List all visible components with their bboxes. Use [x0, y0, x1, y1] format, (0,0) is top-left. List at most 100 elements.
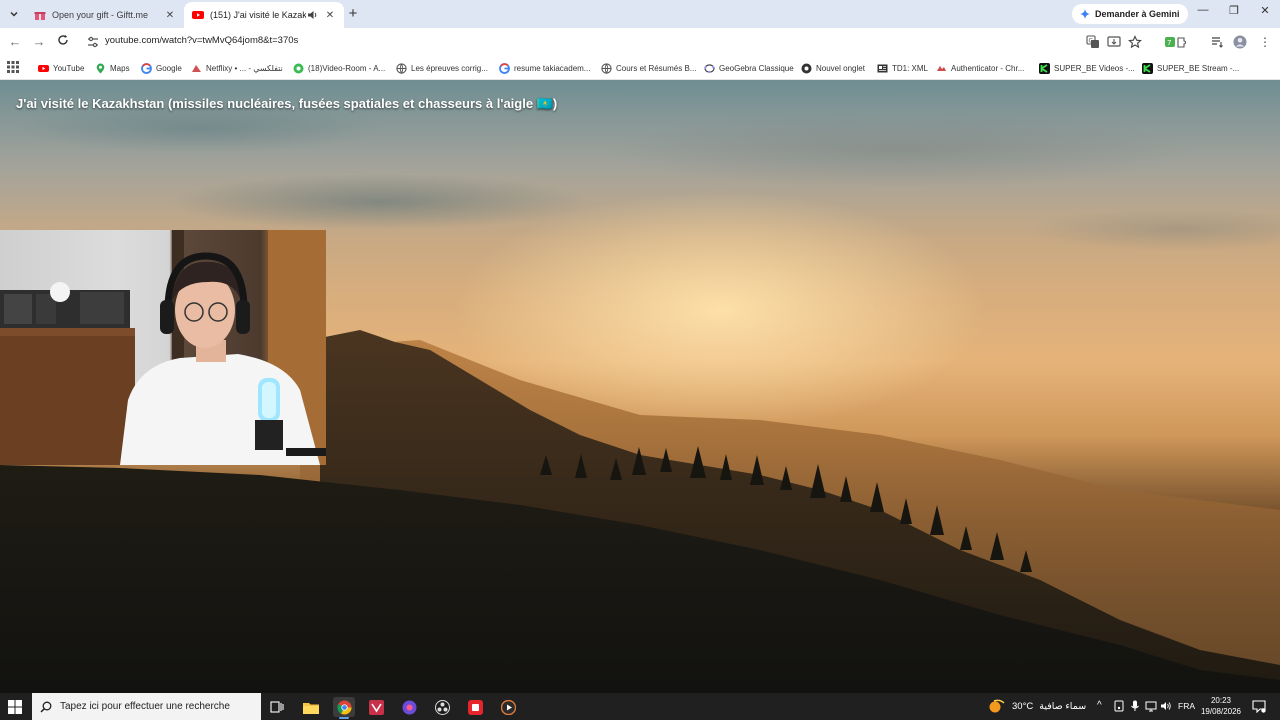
- back-button[interactable]: ←: [7, 34, 23, 50]
- new-tab-button[interactable]: +: [344, 5, 362, 23]
- site-settings-icon[interactable]: [86, 35, 100, 49]
- bookmark-label: SUPER_BE Stream -...: [1157, 63, 1240, 73]
- windows-start-icon[interactable]: [8, 700, 22, 714]
- bookmark-label: Les épreuves corrig...: [411, 63, 488, 73]
- tab-youtube[interactable]: (151) J'ai visité le Kazakhsta ✕: [184, 2, 344, 28]
- bookmark-maps[interactable]: Maps: [95, 60, 130, 76]
- authenticator-icon: [937, 65, 946, 71]
- bookmark-authenticator[interactable]: Authenticator - Chr...: [936, 60, 1024, 76]
- tray-device-icon[interactable]: [1113, 700, 1125, 712]
- weather-description: سماء صافية: [1039, 700, 1087, 712]
- forward-button[interactable]: →: [31, 34, 47, 50]
- window-close-button[interactable]: ✕: [1250, 4, 1280, 22]
- tab-close-button[interactable]: ✕: [324, 10, 336, 21]
- speaker-icon[interactable]: [306, 9, 320, 21]
- tab-strip: Open your gift - Giftt.me ✕ (151) J'ai v…: [0, 0, 1280, 28]
- bookmark-label: Netflixy • ... - نتفلكسي: [206, 63, 283, 73]
- bookmark-cours-resumes[interactable]: Cours et Résumés B...: [601, 60, 696, 76]
- bookmark-label: Authenticator - Chr...: [951, 63, 1025, 73]
- video-room-icon: [293, 63, 304, 73]
- network-icon[interactable]: [1145, 700, 1157, 712]
- windows-taskbar: Tapez ici pour effectuer une recherche 3…: [0, 693, 1280, 720]
- video-player[interactable]: J'ai visité le Kazakhstan (missiles nucl…: [0, 80, 1280, 693]
- taskbar-search-box[interactable]: Tapez ici pour effectuer une recherche: [32, 693, 261, 720]
- microphone-icon[interactable]: [1129, 700, 1141, 712]
- task-view-button[interactable]: [266, 697, 288, 717]
- taskbar-app-streaming[interactable]: [398, 697, 420, 717]
- media-controls-icon[interactable]: [1210, 35, 1224, 49]
- bookmark-label: resume takiacadem...: [514, 63, 591, 73]
- reload-icon: [58, 34, 68, 45]
- taskbar-chrome[interactable]: [333, 697, 355, 719]
- gemini-button[interactable]: Demander à Gemini: [1072, 4, 1188, 24]
- tab-giftt[interactable]: Open your gift - Giftt.me ✕: [26, 2, 184, 28]
- google-icon: [141, 62, 152, 74]
- apps-grid-icon[interactable]: [7, 61, 19, 73]
- tab-title: Open your gift - Giftt.me: [52, 10, 149, 20]
- obs-icon: [434, 699, 450, 715]
- bookmark-video-room[interactable]: (18)Video-Room - A...: [293, 60, 385, 76]
- bookmark-label: YouTube: [53, 63, 85, 73]
- netflixy-icon: [192, 64, 201, 72]
- kebab-menu-icon[interactable]: ⋮: [1258, 35, 1272, 49]
- bookmark-google[interactable]: Google: [141, 60, 182, 76]
- bookmark-label: Google: [156, 63, 182, 73]
- bookmark-resume-takiacademy[interactable]: resume takiacadem...: [499, 60, 590, 76]
- svg-text:G: G: [1089, 38, 1094, 45]
- bookmark-youtube[interactable]: YouTube: [38, 60, 84, 76]
- volume-icon[interactable]: [1160, 700, 1172, 712]
- bookmark-les-epreuves[interactable]: Les épreuves corrig...: [396, 60, 488, 76]
- svg-text:7: 7: [1167, 39, 1171, 47]
- extensions-icon[interactable]: 7: [1164, 35, 1188, 49]
- task-view-icon: [270, 701, 284, 713]
- language-indicator[interactable]: FRA: [1178, 701, 1195, 711]
- search-icon: [40, 701, 52, 713]
- bookmark-label: Cours et Résumés B...: [616, 63, 697, 73]
- weather-widget[interactable]: 30°C سماء صافية: [988, 698, 1086, 714]
- profile-avatar-icon[interactable]: [1233, 35, 1247, 49]
- search-placeholder: Tapez ici pour effectuer une recherche: [60, 701, 230, 712]
- taskbar-app-media-player[interactable]: [497, 697, 519, 717]
- minimize-button[interactable]: —: [1188, 4, 1218, 22]
- system-clock[interactable]: 20:23 19/08/2026: [1200, 695, 1242, 717]
- red-app-icon: [368, 699, 384, 715]
- bookmarks-bar: YouTube Maps Google Netflixy • ... - نتف…: [0, 56, 1280, 80]
- document-icon: [877, 64, 888, 72]
- bookmark-nouvel-onglet[interactable]: Nouvel onglet: [801, 60, 865, 76]
- bookmark-star-icon[interactable]: [1128, 35, 1142, 49]
- chevron-down-icon: [10, 11, 18, 17]
- reload-button[interactable]: [55, 34, 71, 50]
- streaming-app-icon: [402, 700, 416, 714]
- bookmark-label: GeoGebra Classique: [719, 63, 794, 73]
- taskbar-app-recorder[interactable]: [464, 697, 486, 717]
- webcam-overlay: [0, 230, 326, 465]
- youtube-icon: [38, 64, 49, 72]
- bookmark-label: Maps: [110, 63, 130, 73]
- tab-title: (151) J'ai visité le Kazakhsta: [210, 10, 306, 20]
- taskbar-app-red[interactable]: [365, 697, 387, 717]
- tray-chevron-up-icon[interactable]: ^: [1097, 700, 1109, 712]
- bookmark-label: Nouvel onglet: [816, 63, 865, 73]
- maps-pin-icon: [96, 63, 105, 73]
- address-bar[interactable]: youtube.com/watch?v=twMvQ64jom8&t=370s G: [80, 31, 1152, 53]
- chrome-icon: [801, 63, 812, 73]
- taskbar-app-obs[interactable]: [431, 697, 453, 717]
- install-app-icon[interactable]: [1107, 35, 1121, 49]
- translate-icon[interactable]: G: [1086, 35, 1100, 49]
- bookmark-label: (18)Video-Room - A...: [308, 63, 386, 73]
- taskbar-file-explorer[interactable]: [300, 697, 322, 717]
- bookmark-super-be-videos[interactable]: SUPER_BE Videos -...: [1039, 60, 1135, 76]
- globe-icon: [601, 62, 612, 74]
- bookmark-super-be-stream[interactable]: SUPER_BE Stream -...: [1142, 60, 1239, 76]
- tab-close-button[interactable]: ✕: [164, 10, 176, 21]
- bookmark-netflixy[interactable]: Netflixy • ... - نتفلكسي: [191, 60, 283, 76]
- bookmark-geogebra[interactable]: GeoGebra Classique: [704, 60, 794, 76]
- super-be-icon: [1039, 62, 1050, 74]
- media-player-icon: [500, 699, 516, 715]
- tab-search-button[interactable]: [4, 4, 24, 24]
- notification-icon[interactable]: [1252, 700, 1266, 713]
- weather-sun-icon: [989, 699, 1005, 713]
- video-title[interactable]: J'ai visité le Kazakhstan (missiles nucl…: [16, 96, 557, 112]
- restore-button[interactable]: ❐: [1219, 4, 1249, 22]
- bookmark-td1-xml[interactable]: TD1: XML: [877, 60, 928, 76]
